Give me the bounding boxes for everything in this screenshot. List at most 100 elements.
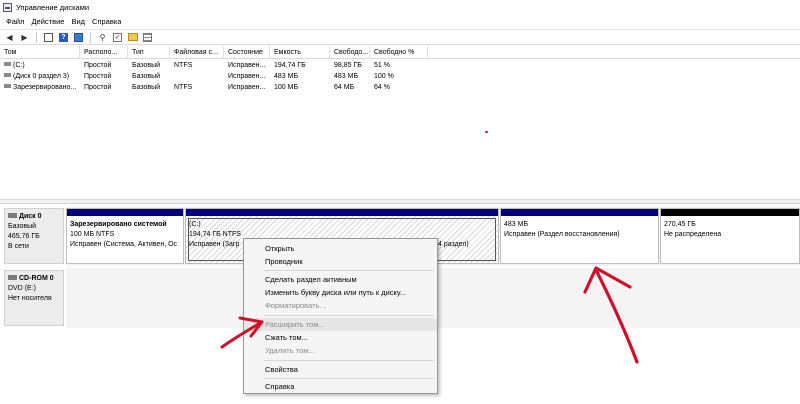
cdrom-0-title: CD-ROM 0: [8, 274, 60, 284]
menu-separator: [264, 315, 434, 316]
status-cell: Исправен...: [228, 62, 266, 69]
toolbar-separator: [90, 31, 91, 43]
toolbar-separator: [36, 31, 37, 43]
console-tree-icon[interactable]: [43, 32, 54, 43]
menu-separator: [264, 378, 434, 379]
volume-icon: [4, 84, 11, 88]
status-cell: Исправен...: [228, 84, 266, 91]
partition-info: Зарезервировано системой 100 МБ NTFS Исп…: [70, 220, 181, 250]
column-header-volume[interactable]: Том: [0, 46, 80, 59]
partition-bar: [67, 209, 183, 216]
disk-0-type: Базовый: [8, 223, 37, 230]
column-header-filesystem[interactable]: Файловая с...: [170, 46, 224, 59]
partition-size: 483 МБ: [504, 221, 529, 228]
window-title: Управление дисками: [16, 2, 90, 12]
hard-disk-icon: [8, 213, 17, 218]
volume-table-header: Том Располо... Тип Файловая с... Состоян…: [0, 46, 800, 59]
partition-title: Зарезервировано системой: [70, 221, 167, 228]
volume-table-body: (C:) Простой Базовый NTFS Исправен... 19…: [0, 60, 800, 93]
disk-0-status: В сети: [8, 243, 29, 250]
cdrom-0-status: Нет носителя: [8, 295, 52, 302]
toolbar: ◀ ▶ ? ⚲ ✓: [0, 29, 800, 45]
menu-separator: [264, 270, 434, 271]
type-cell: Базовый: [132, 84, 161, 91]
volume-name: (C:): [13, 62, 25, 69]
volume-name: (Диск 0 раздел 3): [13, 73, 70, 80]
menu-item-extend-volume: Расширить том...: [244, 318, 437, 331]
menu-item-shrink-volume[interactable]: Сжать том...: [244, 331, 437, 344]
annotation-red-dot: [485, 131, 488, 133]
back-arrow-icon[interactable]: ◀: [4, 32, 15, 43]
context-menu: Открыть Проводник Сделать раздел активны…: [243, 238, 438, 394]
table-row[interactable]: (C:) Простой Базовый NTFS Исправен... 19…: [0, 60, 800, 71]
free-space-cell: 64 МБ: [334, 84, 355, 91]
menu-bar: Файл Действие Вид Справка: [0, 14, 800, 28]
type-cell: Базовый: [132, 73, 161, 80]
properties-icon[interactable]: ⚲: [97, 32, 108, 43]
column-header-type[interactable]: Тип: [128, 46, 170, 59]
volume-icon: [4, 73, 11, 77]
menu-view[interactable]: Вид: [71, 17, 85, 26]
cdrom-0-name: CD-ROM 0: [19, 275, 54, 282]
filesystem-cell: [170, 71, 224, 82]
disk-0-title: Диск 0: [8, 212, 60, 222]
menu-item-mark-active[interactable]: Сделать раздел активным: [244, 273, 437, 286]
cdrom-0-label[interactable]: CD-ROM 0 DVD (E:) Нет носителя: [4, 270, 64, 326]
menu-item-properties[interactable]: Свойства: [244, 363, 437, 376]
percent-free-cell: 100 %: [374, 73, 394, 80]
title-bar: Управление дисками: [0, 0, 800, 14]
volume-name: Зарезервировано...: [13, 84, 77, 91]
partition-recovery[interactable]: 483 МБ Исправен (Раздел восстановления): [500, 208, 659, 264]
capacity-cell: 100 МБ: [274, 84, 299, 91]
column-header-layout[interactable]: Располо...: [80, 46, 128, 59]
capacity-cell: 483 МБ: [274, 73, 299, 80]
volume-cell: (Диск 0 раздел 3): [0, 71, 80, 82]
table-row[interactable]: Зарезервировано... Простой Базовый NTFS …: [0, 82, 800, 93]
column-header-free-space[interactable]: Свободо...: [330, 46, 370, 59]
menu-help[interactable]: Справка: [92, 17, 121, 26]
disk-0-label[interactable]: Диск 0 Базовый 465,76 ГБ В сети: [4, 208, 64, 264]
partition-title: (C:): [189, 221, 201, 228]
folder-icon[interactable]: [127, 32, 138, 43]
layout-cell: Простой: [84, 84, 112, 91]
menu-item-explorer[interactable]: Проводник: [244, 255, 437, 268]
menu-item-open[interactable]: Открыть: [244, 242, 437, 255]
column-header-capacity[interactable]: Емкость: [270, 46, 330, 59]
layout-cell: Простой: [84, 73, 112, 80]
partition-size: 100 МБ NTFS: [70, 231, 115, 238]
partition-size: 270,45 ГБ: [664, 221, 696, 228]
column-header-status[interactable]: Состояние: [224, 46, 270, 59]
partition-info: 483 МБ Исправен (Раздел восстановления): [504, 220, 656, 240]
menu-item-help[interactable]: Справка: [244, 380, 437, 393]
menu-file[interactable]: Файл: [6, 17, 24, 26]
menu-item-change-drive-letter[interactable]: Изменить букву диска или путь к диску...: [244, 286, 437, 299]
partition-system-reserved[interactable]: Зарезервировано системой 100 МБ NTFS Исп…: [66, 208, 184, 264]
forward-arrow-icon[interactable]: ▶: [19, 32, 30, 43]
help-icon[interactable]: ?: [58, 32, 69, 43]
disk-0-size: 465,76 ГБ: [8, 233, 40, 240]
volume-cell: (C:): [0, 60, 80, 71]
capacity-cell: 194,74 ГБ: [274, 62, 306, 69]
disk-0-name: Диск 0: [19, 213, 42, 220]
partition-status: Исправен (Раздел восстановления): [504, 231, 620, 238]
menu-separator: [264, 360, 434, 361]
check-icon[interactable]: ✓: [112, 32, 123, 43]
volume-cell: Зарезервировано...: [0, 82, 80, 93]
layout-cell: Простой: [84, 62, 112, 69]
partition-bar: [501, 209, 658, 216]
partition-bar: [661, 209, 799, 216]
menu-item-delete-volume: Удалить том...: [265, 346, 315, 355]
partition-bar: [186, 209, 498, 216]
partition-status: Не распределена: [664, 231, 722, 238]
console-icon[interactable]: [73, 32, 84, 43]
free-space-cell: 483 МБ: [334, 73, 359, 80]
menu-action[interactable]: Действие: [31, 17, 64, 26]
column-header-percent-free[interactable]: Свободно %: [370, 46, 428, 59]
type-cell: Базовый: [132, 62, 161, 69]
status-cell: Исправен...: [228, 73, 266, 80]
table-row[interactable]: (Диск 0 раздел 3) Простой Базовый Исправ…: [0, 71, 800, 82]
grid-icon[interactable]: [142, 32, 153, 43]
partition-unallocated[interactable]: 270,45 ГБ Не распределена: [660, 208, 800, 264]
free-space-cell: 98,85 ГБ: [334, 62, 362, 69]
partition-info: 270,45 ГБ Не распределена: [664, 220, 797, 240]
